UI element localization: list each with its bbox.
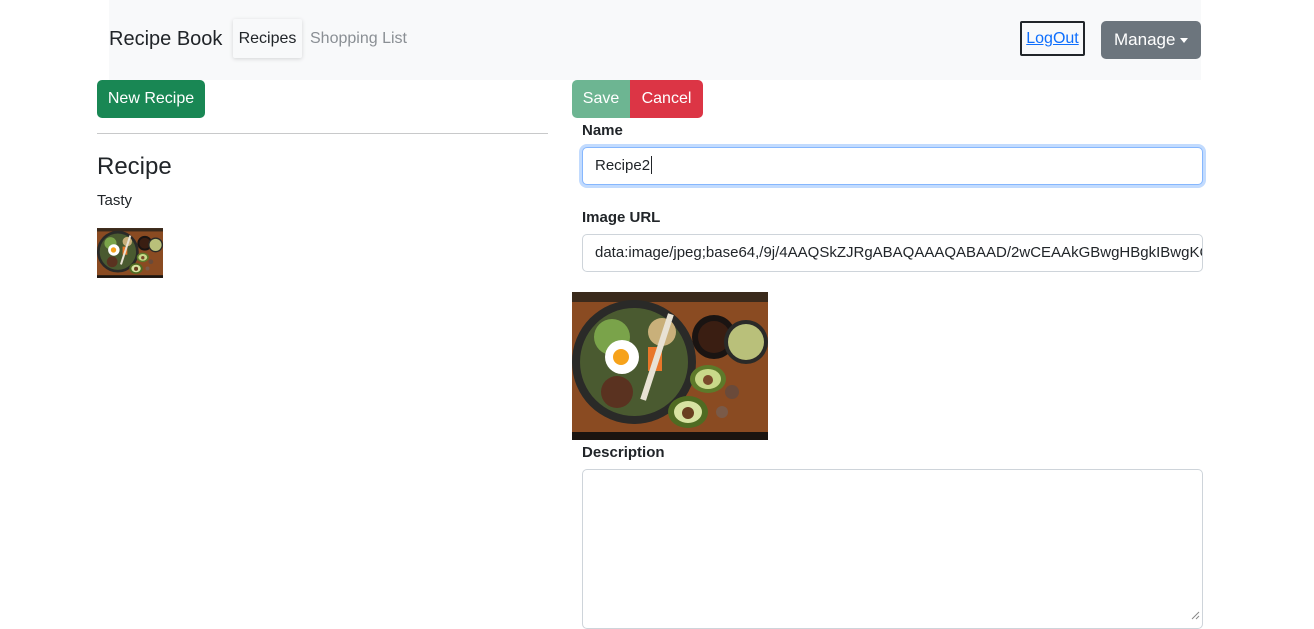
image-url-input[interactable]: data:image/jpeg;base64,/9j/4AAQSkZJRgABA… [582,234,1203,272]
recipe-item-description[interactable]: Tasty [97,191,132,211]
navbar: Recipe Book Recipes Shopping List LogOut… [109,0,1201,80]
description-label: Description [582,444,665,461]
new-recipe-button[interactable]: New Recipe [97,80,205,118]
logout-button[interactable]: LogOut [1020,21,1085,56]
recipe-item-name[interactable]: Recipe [97,152,172,182]
nav-link-recipes[interactable]: Recipes [233,19,302,58]
name-input[interactable]: Recipe2 [582,147,1203,185]
manage-label: Manage [1114,30,1176,49]
recipe-item-thumbnail[interactable] [97,228,163,278]
food-bowl-image [572,292,768,440]
image-url-label: Image URL [582,209,661,226]
cancel-button[interactable]: Cancel [630,80,703,118]
divider [97,133,548,134]
food-bowl-image [97,228,163,278]
description-textarea[interactable] [582,469,1203,629]
name-label: Name [582,122,623,139]
resize-handle-icon[interactable] [1190,610,1200,620]
text-cursor [651,155,653,174]
save-button[interactable]: Save [572,80,630,118]
name-input-value: Recipe2 [595,157,651,174]
caret-down-icon [1180,38,1188,43]
image-preview [572,292,768,440]
manage-dropdown-button[interactable]: Manage [1101,21,1201,59]
nav-link-shopping-list[interactable]: Shopping List [310,19,407,58]
brand-title[interactable]: Recipe Book [109,27,222,51]
